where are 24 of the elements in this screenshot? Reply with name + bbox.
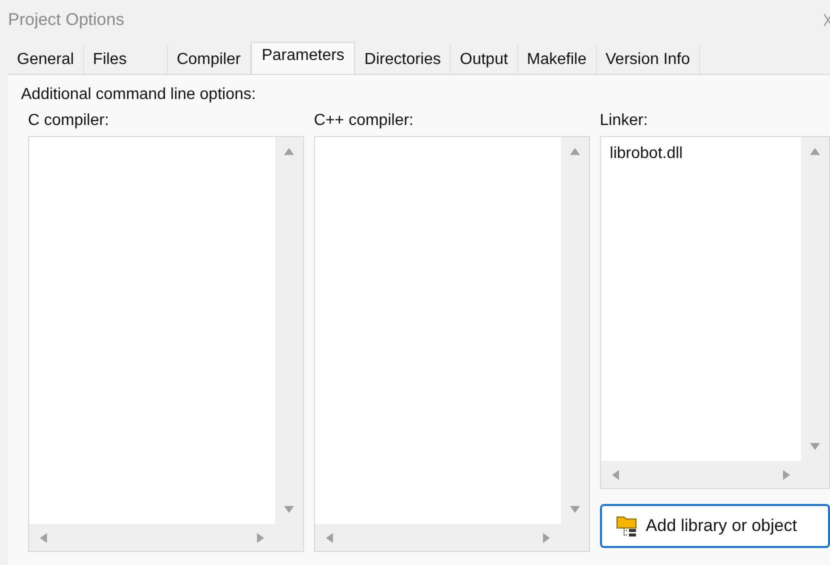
text-area[interactable]: [28, 136, 304, 552]
scroll-left-icon[interactable]: [610, 468, 620, 480]
add-library-button[interactable]: Add library or object: [600, 504, 830, 548]
scroll-left-icon[interactable]: [39, 532, 48, 544]
scroll-right-icon[interactable]: [256, 532, 265, 544]
scroll-right-icon[interactable]: [782, 468, 792, 480]
field-value: librobot.dll: [610, 145, 683, 162]
scroll-down-icon[interactable]: [282, 505, 295, 514]
scroll-down-icon[interactable]: [568, 505, 581, 514]
scroll-down-icon[interactable]: [809, 442, 822, 451]
close-icon[interactable]: [824, 13, 830, 27]
scroll-up-icon[interactable]: [809, 147, 822, 156]
window-title: Project Options: [8, 9, 124, 32]
section-heading: Additional command line options:: [21, 85, 257, 105]
field-label: C compiler:: [28, 111, 110, 131]
scroll-up-icon[interactable]: [568, 147, 581, 156]
text-area[interactable]: [314, 136, 590, 552]
scroll-right-icon[interactable]: [542, 532, 551, 544]
field-label: C++ compiler:: [314, 111, 414, 131]
text-area[interactable]: librobot.dll: [600, 136, 830, 489]
scroll-left-icon[interactable]: [324, 532, 334, 544]
scroll-up-icon[interactable]: [282, 147, 295, 156]
tab[interactable]: Parameters: [250, 42, 356, 75]
field-label: Linker:: [600, 111, 649, 131]
